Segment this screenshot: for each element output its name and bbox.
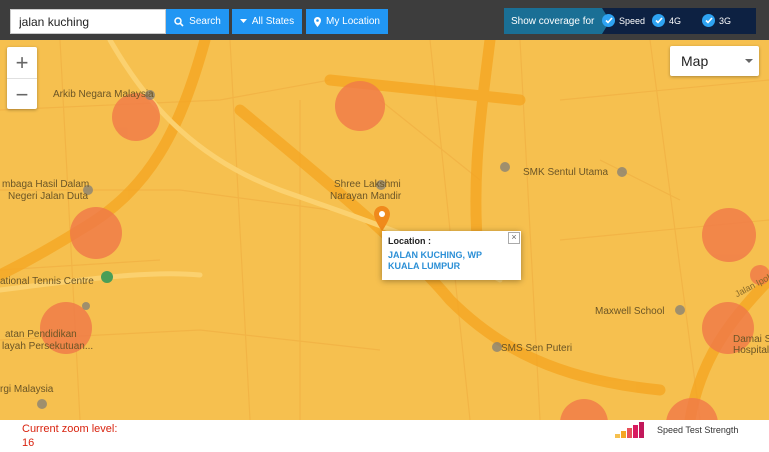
legend-bar-3 <box>627 428 632 438</box>
map-marker-icon <box>314 16 322 27</box>
search-button[interactable]: Search <box>166 9 229 34</box>
zoom-control: + − <box>7 47 37 109</box>
map-label-damai-2: Hospital <box>733 345 769 356</box>
legend-bar-4 <box>633 425 638 438</box>
checkmark-icon <box>602 14 615 27</box>
coverage-4g-label: 4G <box>669 15 682 26</box>
checkmark-icon <box>702 14 715 27</box>
coverage-panel: Show coverage for Speed 4G 3G <box>504 8 756 34</box>
map-label-tennis: ational Tennis Centre <box>0 276 94 287</box>
map-label-arkib-2: rgi Malaysia <box>0 384 54 395</box>
map-label-pendidikan-1: atan Pendidikan <box>5 329 77 340</box>
coverage-4g-checkbox[interactable]: 4G <box>652 14 681 27</box>
map-label-maxwell: Maxwell School <box>595 306 665 317</box>
zoom-level-value: 16 <box>22 437 35 449</box>
coverage-speed-label: Speed <box>619 15 646 26</box>
map-label-lembaga-1: mbaga Hasil Dalam <box>2 179 90 190</box>
coverage-3g-checkbox[interactable]: 3G <box>702 14 731 27</box>
search-button-label: Search <box>189 16 221 27</box>
zoom-in-button[interactable]: + <box>7 47 37 78</box>
search-input[interactable] <box>10 9 166 34</box>
coverage-speed-checkbox[interactable]: Speed <box>602 14 645 27</box>
map-label-smk: SMK Sentul Utama <box>523 167 609 178</box>
map-canvas[interactable]: Arkib Negara Malaysia mbaga Hasil Dalam … <box>0 40 769 420</box>
all-states-label: All States <box>251 16 295 27</box>
legend-bar-5 <box>639 422 644 438</box>
legend-bar-2 <box>621 431 626 438</box>
map-type-select[interactable]: Map <box>670 46 759 76</box>
all-states-dropdown[interactable]: All States <box>232 9 302 34</box>
map-label-shree-2: Narayan Mandir <box>330 191 402 202</box>
legend-bar-1 <box>615 434 620 438</box>
zoom-level: Current zoom level: 16 <box>22 422 117 450</box>
coverage-label: Show coverage for <box>504 8 611 34</box>
map-label-pendidikan-2: layah Persekutuan... <box>2 341 94 352</box>
popup-location-value: JALAN KUCHING, WP KUALA LUMPUR <box>388 250 482 271</box>
map-label-arkib: Arkib Negara Malaysia <box>53 89 154 100</box>
map-label-shree-1: Shree Lakshmi <box>334 179 401 190</box>
search-icon <box>174 16 184 27</box>
zoom-out-button[interactable]: − <box>7 79 37 110</box>
zoom-level-label: Current zoom level: <box>22 423 118 435</box>
map-label-lembaga-2: Negeri Jalan Duta <box>8 191 89 202</box>
location-popup: × Location : JALAN KUCHING, WP KUALA LUM… <box>382 231 521 280</box>
map-label-damai-1: Damai S <box>733 334 769 345</box>
close-icon[interactable]: × <box>508 232 520 244</box>
map-type-label: Map <box>681 53 709 69</box>
chevron-down-icon <box>745 59 753 63</box>
popup-title: Location : <box>388 236 431 246</box>
speed-strength-legend <box>615 422 644 438</box>
legend-label: Speed Test Strength <box>657 425 739 435</box>
coverage-3g-label: 3G <box>719 15 732 26</box>
checkmark-icon <box>652 14 665 27</box>
map-label-sms: SMS Sen Puteri <box>501 343 573 354</box>
my-location-label: My Location <box>326 16 380 27</box>
caret-down-icon <box>239 19 247 23</box>
my-location-button[interactable]: My Location <box>306 9 388 34</box>
